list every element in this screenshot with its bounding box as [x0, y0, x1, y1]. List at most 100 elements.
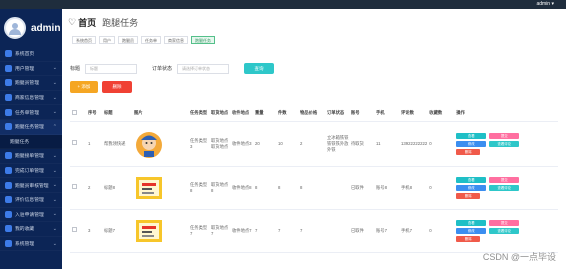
col-type: 任务类型	[188, 105, 209, 122]
table-row: 1 帮我领快递 任务类型3 取货地点取货地点 收件地点3 20 10 2 立冰箱…	[70, 121, 558, 167]
tag-merchant[interactable]: 商家信息	[164, 36, 188, 44]
tag-runner[interactable]: 跑腿员	[118, 36, 138, 44]
edit-button[interactable]: 修改	[456, 184, 487, 191]
row-ops: 查看 提交 修改 查看评论 删除	[456, 132, 532, 156]
menu-icon	[5, 94, 12, 102]
table-row: 3 标题7 任务类型7 取货地点7 收件地点7 7 7 7 已取件 账号7 手机…	[70, 209, 558, 253]
sidebar-item-label: 系统首页	[15, 52, 35, 58]
sidebar-item[interactable]: 跑腿员管理 ⌄	[0, 76, 62, 91]
edit-button[interactable]: 修改	[456, 140, 487, 147]
sidebar-item[interactable]: 跑腿接单管理 ⌄	[0, 149, 62, 164]
cell-count: 10	[276, 121, 298, 167]
page-title: 跑腿任务	[102, 18, 139, 28]
add-button[interactable]: + 添加	[70, 81, 98, 93]
col-account: 账号	[349, 105, 374, 122]
cell-ops: 查看 提交 修改 查看评论 删除	[454, 209, 558, 253]
sidebar-item[interactable]: 系统首页	[0, 47, 62, 62]
heart-icon: ♡	[68, 17, 77, 27]
view-button[interactable]: 查看	[456, 176, 487, 183]
cell-phone: 13922222222	[399, 121, 428, 167]
status-select[interactable]: 请选择订单状态	[177, 63, 230, 74]
view-comments-button[interactable]: 查看评论	[489, 227, 520, 234]
cell-title: 帮我领快递	[102, 121, 132, 167]
sidebar-item[interactable]: 我的收藏 ⌄	[0, 222, 62, 237]
row-checkbox[interactable]	[72, 227, 77, 232]
sidebar-item[interactable]: 评价信息管理 ⌄	[0, 193, 62, 208]
menu-icon	[5, 123, 12, 131]
row-checkbox[interactable]	[72, 140, 77, 145]
row-checkbox-cell[interactable]	[70, 121, 86, 167]
edit-button[interactable]: 修改	[456, 227, 487, 234]
product-image	[134, 216, 164, 246]
menu-icon	[5, 79, 12, 87]
cell-image	[132, 209, 188, 253]
cell-pickup: 取货地点取货地点	[209, 121, 230, 167]
task-table: 序号 标题 图片 任务类型 取货地点 收件地点 重量 件数 物品价格 订单状态 …	[70, 105, 558, 253]
cell-comments: 0	[427, 121, 455, 167]
submit-button[interactable]: 提交	[489, 176, 520, 183]
table-header: 序号 标题 图片 任务类型 取货地点 收件地点 重量 件数 物品价格 订单状态 …	[70, 105, 558, 122]
sidebar-item[interactable]: 商家信息管理 ⌄	[0, 91, 62, 106]
search-button[interactable]: 查询	[244, 63, 275, 74]
submit-button[interactable]: 提交	[489, 219, 520, 226]
cell-comments: 0	[427, 209, 455, 253]
sidebar-item[interactable]: 任务单管理 ⌄	[0, 105, 62, 120]
menu-icon	[5, 181, 12, 189]
row-checkbox-cell[interactable]	[70, 209, 86, 253]
title-input[interactable]: 标题	[85, 63, 138, 74]
cell-image	[132, 166, 188, 210]
sidebar-item[interactable]: 系统管理 ⌄	[0, 237, 62, 252]
view-comments-button[interactable]: 查看评论	[489, 140, 520, 147]
batch-delete-button[interactable]: 删除	[102, 81, 132, 93]
user-menu[interactable]: admin ▾	[536, 1, 554, 7]
sidebar-nav: 系统首页 用户管理 ⌄ 跑腿员管理 ⌄ 商家信息管理 ⌄ 任务单管理 ⌄ 跑腿任务管理 ⌃ 跑腿任务跑…	[0, 47, 62, 251]
delete-button[interactable]: 删除	[456, 192, 481, 199]
sidebar: admin 系统首页用户管理 ⌄ 跑腿员管理 ⌄ 商家信息管理 ⌄ 任务单管理 ⌄ 跑腿任务管理…	[0, 9, 62, 269]
cell-status: 待取货	[349, 121, 374, 167]
chevron-icon: ⌄	[52, 211, 57, 218]
chevron-icon: ⌄	[52, 167, 57, 174]
sidebar-item[interactable]: 跑腿任务管理 ⌃	[0, 119, 62, 135]
view-button[interactable]: 查看	[456, 219, 487, 226]
row-checkbox[interactable]	[72, 184, 77, 189]
submit-button[interactable]: 提交	[489, 132, 520, 139]
cell-pickup: 取货地点8	[209, 166, 230, 210]
cell-type: 任务类型7	[188, 209, 209, 253]
tag-home[interactable]: 系统首页	[72, 36, 96, 44]
tag-user[interactable]: 用户	[99, 36, 115, 44]
sidebar-item[interactable]: 用户管理 ⌄	[0, 62, 62, 77]
cell-status: 已取件	[349, 166, 374, 210]
row-checkbox-cell[interactable]	[70, 166, 86, 210]
row-ops: 查看 提交 修改 查看评论 删除	[456, 219, 532, 243]
sidebar-item[interactable]: 入驻申请管理 ⌄	[0, 208, 62, 223]
cell-status-note	[325, 166, 349, 210]
sidebar-item[interactable]: 跑腿任务	[0, 134, 62, 150]
select-all-checkbox[interactable]	[72, 109, 77, 115]
col-image: 图片	[132, 105, 188, 122]
chevron-icon: ⌄	[52, 79, 57, 86]
breadcrumb-home[interactable]: 首页	[78, 16, 96, 29]
view-comments-button[interactable]: 查看评论	[489, 184, 520, 191]
tags-view: 系统首页 用户 跑腿员 任务单 商家信息 跑腿任务	[72, 36, 218, 44]
sidebar-header: admin	[0, 9, 62, 47]
row-ops: 查看 提交 修改 查看评论 删除	[456, 176, 532, 200]
cell-status-note: 立冰箱铁铁铁铁铁外放外铁	[325, 121, 349, 167]
watermark: CSDN @一点毕设	[482, 252, 556, 262]
tag-task[interactable]: 跑腿任务	[191, 36, 215, 44]
select-all-header[interactable]	[70, 105, 86, 122]
delete-button[interactable]: 删除	[456, 148, 481, 155]
sidebar-item-label: 评价信息管理	[15, 198, 44, 204]
cell-dest: 收件地点8	[230, 166, 253, 210]
delete-button[interactable]: 删除	[456, 235, 481, 242]
product-box-icon	[136, 176, 162, 199]
tag-order[interactable]: 任务单	[141, 36, 161, 44]
main-content: ♡ 首页 跑腿任务 系统首页 用户 跑腿员 任务单 商家信息 跑腿任务 标题 标…	[62, 9, 566, 269]
table-row: 2 标题8 任务类型8 取货地点8 收件地点8 8 8 8 已取件 账号8 手机…	[70, 166, 558, 210]
menu-icon	[5, 167, 12, 175]
sidebar-item[interactable]: 完成订单管理 ⌄	[0, 164, 62, 179]
sidebar-item[interactable]: 跑腿员审核管理 ⌄	[0, 178, 62, 193]
chevron-icon: ⌃	[52, 123, 57, 130]
cell-count: 8	[276, 166, 298, 210]
view-button[interactable]: 查看	[456, 132, 487, 139]
sidebar-item-label: 跑腿员管理	[15, 81, 39, 87]
